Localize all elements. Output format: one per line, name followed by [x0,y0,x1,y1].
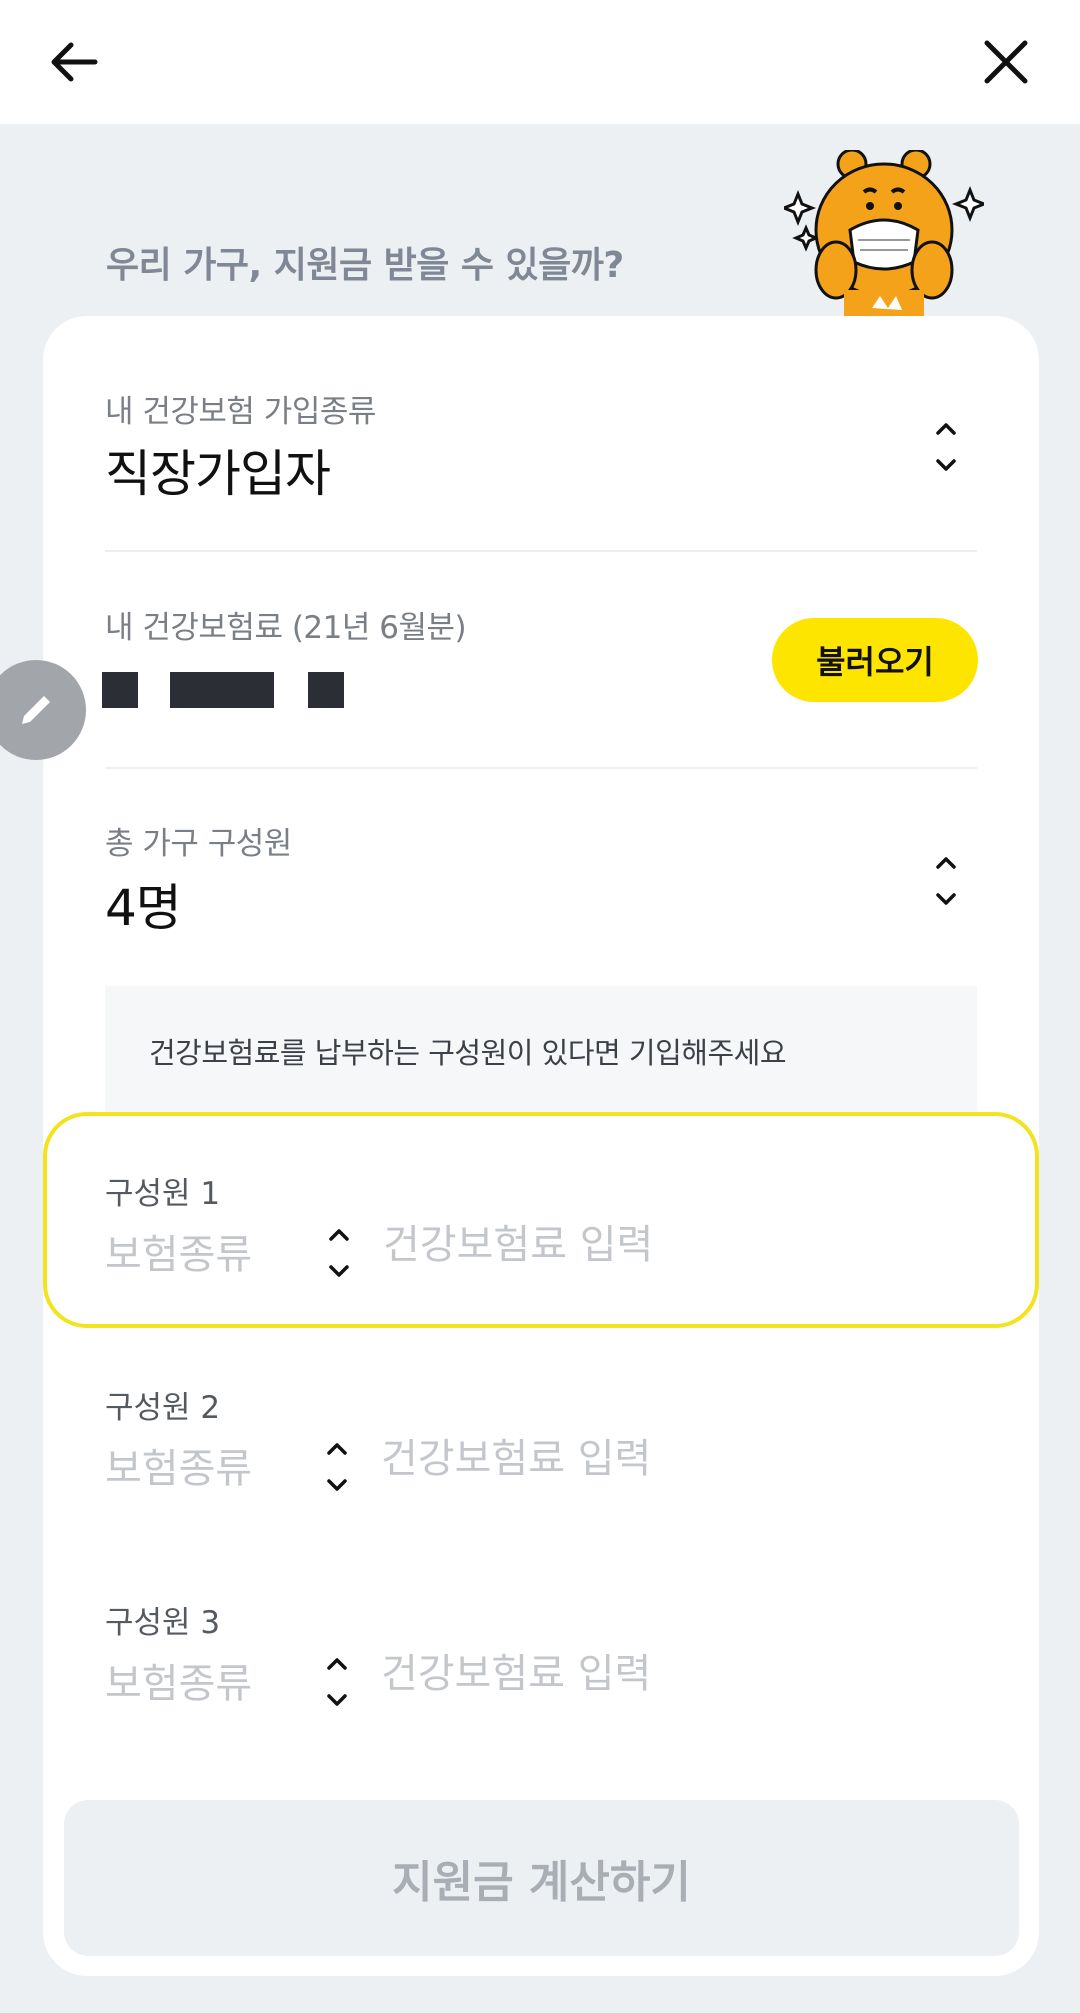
top-bar [0,0,1080,124]
member-type-select[interactable]: 보험종류 [105,1436,252,1494]
member-type-select[interactable]: 보험종류 [105,1651,252,1709]
member-row-3[interactable]: 구성원 3 보험종류 [0,1545,1080,1761]
member-label: 구성원 2 [105,1390,221,1426]
member-type-stepper[interactable] [319,1218,359,1288]
masked-premium-value [102,672,138,708]
load-premium-button[interactable]: 불러오기 [772,618,978,702]
masked-premium-value [308,672,344,708]
member-premium-input[interactable] [381,1436,801,1482]
premium-label: 내 건강보험료 (21년 6월분) [105,610,467,646]
household-stepper[interactable] [926,846,966,916]
insurance-type-stepper[interactable] [926,412,966,482]
household-value[interactable]: 4명 [105,868,182,940]
chevron-up-down-icon [936,857,956,905]
member-row-1[interactable]: 구성원 1 보험종류 [43,1112,1039,1328]
arrow-left-icon [51,42,98,82]
pencil-icon [22,696,50,724]
chevron-up-down-icon [327,1443,347,1491]
member-label: 구성원 3 [105,1605,221,1641]
divider [105,550,977,552]
member-type-select[interactable]: 보험종류 [105,1222,252,1280]
mascot-illustration [784,150,984,320]
member-type-stepper[interactable] [317,1432,357,1502]
back-button[interactable] [34,22,114,102]
masked-premium-value [170,672,274,708]
member-row-2[interactable]: 구성원 2 보험종류 [0,1330,1080,1546]
chevron-up-down-icon [329,1229,349,1277]
member-premium-input[interactable] [383,1222,803,1268]
divider [105,767,977,769]
insurance-type-label: 내 건강보험 가입종류 [105,394,376,430]
notice-text: 건강보험료를 납부하는 구성원이 있다면 기입해주세요 [149,1036,787,1070]
insurance-type-value[interactable]: 직장가입자 [105,434,331,506]
close-icon [984,40,1028,84]
member-premium-input[interactable] [381,1651,801,1697]
page-title: 우리 가구, 지원금 받을 수 있을까? [106,245,624,286]
notice-box: 건강보험료를 납부하는 구성원이 있다면 기입해주세요 [105,986,977,1116]
chevron-up-down-icon [936,423,956,471]
chevron-up-down-icon [327,1658,347,1706]
member-type-stepper[interactable] [317,1647,357,1717]
household-label: 총 가구 구성원 [105,826,292,862]
close-button[interactable] [966,22,1046,102]
member-label: 구성원 1 [105,1176,221,1212]
calculate-button[interactable]: 지원금 계산하기 [64,1800,1019,1956]
